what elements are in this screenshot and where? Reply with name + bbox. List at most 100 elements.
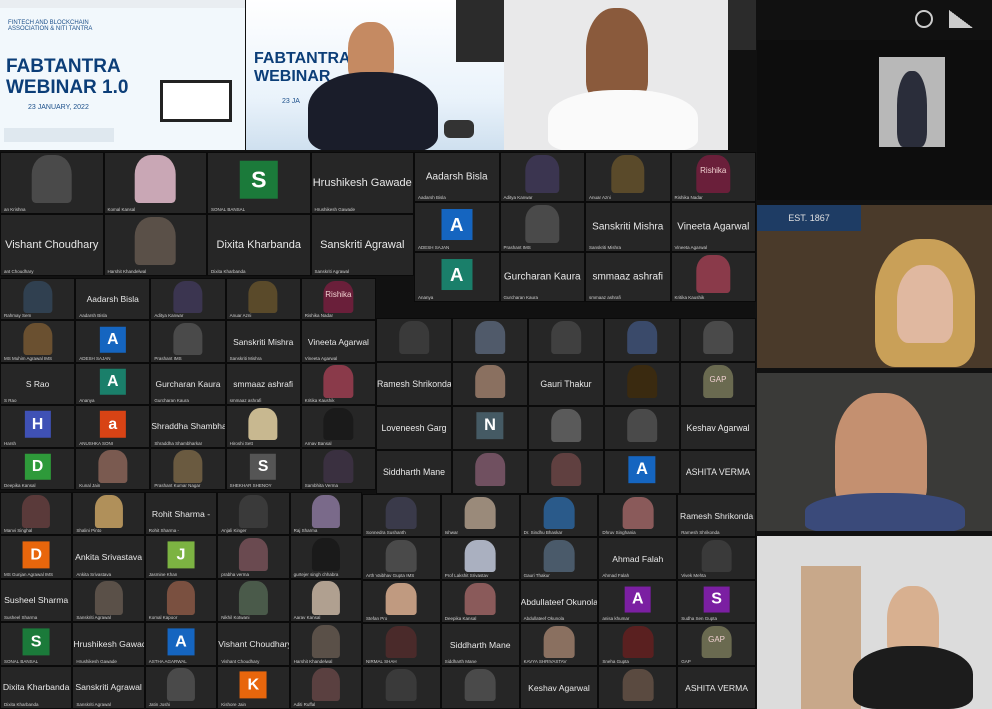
participant-tile[interactable] [452, 318, 528, 362]
participant-tile[interactable]: N [452, 406, 528, 450]
participant-tile[interactable]: Gauri Thakur [528, 362, 604, 406]
participant-tile[interactable]: Manvi Singhal [0, 492, 73, 536]
participant-tile[interactable]: S Rao S Rao [0, 362, 76, 406]
participant-tile[interactable] [452, 450, 528, 494]
participant-tile[interactable]: Arth Vaibhav Gupta IMS [362, 537, 441, 580]
participant-tile[interactable]: Nikhil Kotwani [217, 578, 290, 623]
participant-tile[interactable]: Prashant Kumar Nagar [150, 447, 226, 490]
participant-tile[interactable]: an Krishna [0, 152, 104, 214]
participant-tile[interactable]: H Harsh [0, 405, 76, 448]
participant-tile[interactable]: Dixita Kharbanda Dixita Kharbanda [0, 665, 73, 709]
participant-tile[interactable]: Aarav Kansal [289, 578, 362, 623]
participant-tile[interactable]: Komal Kansal [103, 152, 207, 214]
participant-tile[interactable]: Aditya Kanwar [150, 278, 226, 321]
participant-tile[interactable]: Hiroshi Sett [225, 405, 301, 448]
participant-tile[interactable]: S SONAL BANSAL [0, 622, 73, 666]
participant-tile[interactable]: Arnav Bansal [300, 405, 376, 448]
participant-tile[interactable]: Aadarsh Bisla Aadarsh Bisla [75, 278, 151, 321]
participant-tile[interactable]: S SONAL BANSAL [207, 152, 311, 214]
participant-tile[interactable]: Sneha Gupta [598, 623, 678, 666]
participant-tile[interactable]: a ANUSHKA SONI [75, 405, 151, 448]
participant-tile[interactable]: KAVYA SHRIVASTAV [519, 623, 599, 666]
participant-tile[interactable]: A ADESH SAJAN [414, 202, 500, 252]
participant-tile[interactable]: Ramesh Shrikonda Ramesh Shrikonda [677, 494, 756, 537]
participant-tile[interactable]: D MS Gunjan Agrawal IMS [0, 535, 73, 579]
participant-tile[interactable]: Deepika Kansal [440, 580, 520, 623]
participant-tile[interactable]: Shraddha Shambharkar Shraddha Shambharkar [150, 405, 226, 448]
participant-tile[interactable]: Prashant IMS [150, 320, 226, 363]
participant-tile[interactable]: A Ananya [75, 362, 151, 406]
participant-tile[interactable] [528, 406, 604, 450]
participant-tile[interactable]: Sanskriti Agrawal [72, 578, 145, 623]
participant-tile[interactable] [604, 318, 680, 362]
participant-tile[interactable]: smmaaz ashrafi smmaaz ashrafi [585, 252, 671, 302]
participant-tile[interactable]: Abdullateef Okunola Abdullateef Okunola [519, 580, 599, 623]
participant-tile[interactable]: Rishika Rishika Nadar [670, 152, 756, 202]
participant-tile[interactable]: gurtejer singh chhabra [289, 535, 362, 579]
participant-tile[interactable] [598, 666, 678, 709]
participant-tile[interactable]: Gauri Thakur [519, 537, 599, 580]
participant-tile[interactable]: Keshav Agarwal [680, 406, 756, 450]
participant-tile[interactable]: Hrushikesh Gawade Hrushikesh Gawade [310, 152, 414, 214]
participant-tile[interactable]: Aanisa khumar [598, 580, 678, 623]
participant-tile[interactable]: Keshav Agarwal [519, 666, 599, 709]
participant-tile[interactable]: Vineeta Agarwal Vineeta Agarwal [670, 202, 756, 252]
participant-tile[interactable]: A [604, 450, 680, 494]
participant-tile[interactable]: Anjali Kinger [217, 492, 290, 536]
participant-tile[interactable]: Dixita Kharbanda Dixita Kharbanda [207, 214, 311, 276]
participant-tile[interactable]: NIRMAL SHAH [362, 623, 441, 666]
participant-tile[interactable]: ASHITA VERMA [677, 666, 756, 709]
participant-tile[interactable] [528, 318, 604, 362]
participant-tile[interactable]: Sanskriti Mishra Sanskriti Mishra [225, 320, 301, 363]
participant-tile[interactable] [528, 450, 604, 494]
participant-tile[interactable]: Harshit Khandelwal [289, 622, 362, 666]
participant-tile[interactable]: A ASTHA AGARWAL [144, 622, 218, 666]
participant-tile[interactable]: Vivek Mehta [677, 537, 756, 580]
participant-tile[interactable] [680, 318, 756, 362]
participant-tile[interactable]: GAP GAP [677, 623, 756, 666]
participant-tile[interactable]: Sanskriti Mishra Sanskriti Mishra [585, 202, 671, 252]
participant-tile[interactable]: Loveneesh Garg [376, 406, 452, 450]
participant-tile[interactable]: Kritika Kaushik [300, 362, 376, 406]
participant-tile[interactable]: Gurcharan Kaura Gurcharan Kaura [499, 252, 585, 302]
participant-tile[interactable]: Ramesh Shrikonda [376, 362, 452, 406]
participant-tile[interactable]: ASHITA VERMA [680, 450, 756, 494]
participant-tile[interactable]: K Kishore Jain [217, 665, 290, 709]
participant-tile[interactable]: MS Muhim Agrawal IMS [0, 320, 76, 363]
participant-tile[interactable]: D Deepika Kansal [0, 447, 76, 490]
participant-tile[interactable]: Komal Kapoor [144, 578, 218, 623]
participant-tile[interactable]: S SHEKHAR SHENOY [225, 447, 301, 490]
participant-tile[interactable]: Ankita Srivastava Ankita Srivastava [72, 535, 145, 579]
participant-tile[interactable]: A Ananya [414, 252, 500, 302]
participant-tile[interactable]: Rohit Sharma - Rohit Sharma - [144, 492, 218, 536]
participant-tile[interactable] [604, 362, 680, 406]
participant-tile[interactable]: Rishika Rishika Nadar [300, 278, 376, 321]
participant-tile[interactable]: Harshit Khandelwal [103, 214, 207, 276]
participant-tile[interactable]: Aadarsh Bisla Aadarsh Bisla [414, 152, 500, 202]
participant-tile[interactable]: Rahmay Sem [0, 278, 76, 321]
participant-tile[interactable] [440, 666, 520, 709]
participant-tile[interactable]: Vineeta Agarwal Vineeta Agarwal [300, 320, 376, 363]
participant-tile[interactable]: Sanskriti Agrawal Sanskriti Agrawal [72, 665, 145, 709]
participant-tile[interactable]: Aditi Ruffal [289, 665, 362, 709]
participant-tile[interactable]: Dhruv Singhania [598, 494, 678, 537]
participant-tile[interactable]: Raj Sharma [289, 492, 362, 536]
participant-tile[interactable]: Sanskriti Agrawal Sanskriti Agrawal [310, 214, 414, 276]
participant-tile[interactable]: Vishant Choudhary Vishant Choudhary [217, 622, 290, 666]
participant-tile[interactable]: Aditya Kanwar [499, 152, 585, 202]
participant-tile[interactable]: Hrushikesh Gawade Hrushikesh Gawade [72, 622, 145, 666]
participant-tile[interactable] [376, 318, 452, 362]
participant-tile[interactable]: Anuar Azni [585, 152, 671, 202]
participant-tile[interactable] [362, 666, 441, 709]
participant-tile[interactable]: J Jasmine Khan [144, 535, 218, 579]
participant-tile[interactable]: Siddharth Mane [376, 450, 452, 494]
participant-tile[interactable]: Jatin Joshi [144, 665, 218, 709]
participant-tile[interactable]: Sonnedra Sushanth [362, 494, 441, 537]
participant-tile[interactable]: Prof Lakshit Srivastav [440, 537, 520, 580]
participant-tile[interactable]: Sambhita Verma [300, 447, 376, 490]
participant-tile[interactable]: Kritika Kaushik [670, 252, 756, 302]
participant-tile[interactable]: smmaaz ashrafi smmaaz ashrafi [225, 362, 301, 406]
participant-tile[interactable]: Anuar Azni [225, 278, 301, 321]
participant-tile[interactable]: prabha verma [217, 535, 290, 579]
participant-tile[interactable] [452, 362, 528, 406]
